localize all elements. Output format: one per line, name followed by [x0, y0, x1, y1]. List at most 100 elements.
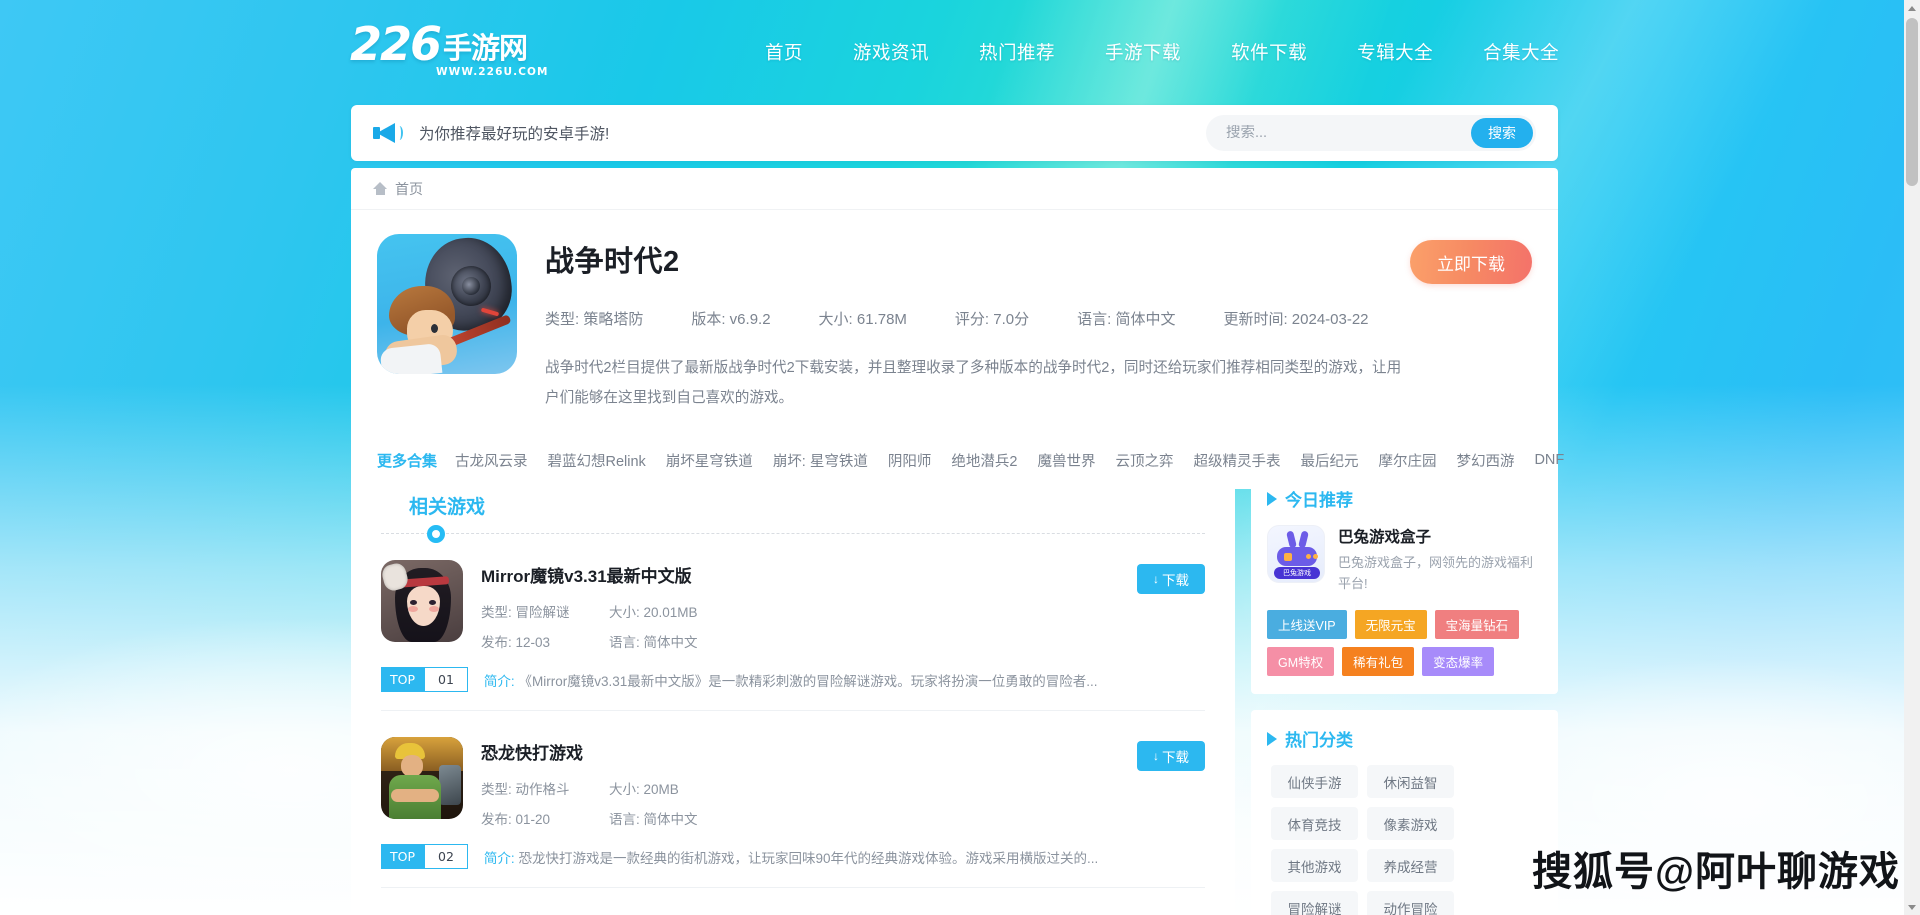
nav-item-hot[interactable]: 热门推荐	[954, 39, 1080, 65]
nav-item-albums[interactable]: 专辑大全	[1332, 39, 1458, 65]
top-label: TOP	[381, 844, 425, 869]
collection-tag[interactable]: DNF	[1534, 452, 1564, 468]
category-item[interactable]: 冒险解谜	[1271, 891, 1358, 915]
game-cover-image	[377, 234, 517, 374]
game-size: 大小: 20MB	[609, 782, 679, 797]
meta-size: 大小: 61.78M	[818, 311, 907, 328]
search-container: 搜索	[1206, 115, 1536, 151]
breadcrumb-home-link[interactable]: 首页	[395, 179, 423, 199]
game-name[interactable]: 恐龙快打游戏	[481, 737, 1205, 764]
collection-tag[interactable]: 超级精灵手表	[1193, 450, 1280, 471]
download-now-button[interactable]: 立即下载	[1410, 240, 1532, 284]
collection-tag[interactable]: 最后纪元	[1300, 450, 1358, 471]
feature-chip[interactable]: 变态爆率	[1422, 647, 1495, 676]
category-item[interactable]: 其他游戏	[1271, 849, 1358, 882]
play-triangle-icon	[1267, 491, 1277, 506]
sidebar: 今日推荐 巴兔游戏 巴兔游戏盒子 巴兔游戏盒子，网领先的游戏福利平台! 上线送V…	[1251, 470, 1558, 915]
rank-number: 01	[424, 667, 468, 692]
download-button[interactable]: ↓ 下载	[1137, 564, 1205, 594]
game-genre: 类型: 冒险解谜	[481, 605, 570, 620]
game-description: 战争时代2栏目提供了最新版战争时代2下载安装，并且整理收录了多种版本的战争时代2…	[545, 360, 1402, 406]
logo-url: WWW.226U.COM	[436, 66, 549, 79]
app-icon: 巴兔游戏	[1267, 525, 1325, 583]
today-recommend-header: 今日推荐	[1267, 486, 1542, 511]
feature-chip[interactable]: 上线送VIP	[1267, 610, 1347, 639]
category-item[interactable]: 动作冒险	[1367, 891, 1454, 915]
category-item[interactable]: 休闲益智	[1367, 765, 1454, 798]
game-name[interactable]: Mirror魔镜v3.31最新中文版	[481, 560, 1205, 587]
related-games-header: 相关游戏	[351, 470, 1235, 543]
app-description: 巴兔游戏盒子，网领先的游戏福利平台!	[1338, 555, 1534, 591]
game-meta-line-1: 类型: 冒险解谜 大小: 20.01MB	[481, 601, 1205, 621]
sidebar-title: 今日推荐	[1285, 491, 1353, 510]
related-games-column: 相关游戏 Mirror魔镜v3.31最新中文版 类型: 冒险解谜 大小: 20.…	[351, 470, 1235, 915]
list-item[interactable]: 恐龙快打游戏 类型: 动作格斗 大小: 20MB 发布: 01-20 语言: 简…	[381, 727, 1205, 888]
collection-tag[interactable]: 崩坏: 星穹铁道	[773, 450, 868, 471]
site-header: 226 手游网 WWW.226U.COM 首页 游戏资讯 热门推荐 手游下载 软…	[0, 0, 1920, 104]
feature-chip[interactable]: 无限元宝	[1354, 610, 1427, 639]
category-item[interactable]: 像素游戏	[1367, 807, 1454, 840]
game-meta-line-2: 发布: 12-03 语言: 简体中文	[481, 631, 1205, 651]
collection-tag[interactable]: 阴阳师	[888, 450, 932, 471]
feature-chip[interactable]: 宝海量钻石	[1434, 610, 1520, 639]
collection-tag[interactable]: 摩尔庄园	[1378, 450, 1436, 471]
meta-language: 语言: 简体中文	[1077, 311, 1176, 328]
recommended-app[interactable]: 巴兔游戏 巴兔游戏盒子 巴兔游戏盒子，网领先的游戏福利平台!	[1267, 525, 1542, 594]
search-button[interactable]: 搜索	[1471, 118, 1533, 148]
collection-tag[interactable]: 云顶之弈	[1115, 450, 1173, 471]
game-info: 战争时代2 类型: 策略塔防 版本: v6.9.2 大小: 61.78M 评分:…	[545, 234, 1532, 413]
game-intro: 简介: 恐龙快打游戏是一款经典的街机游戏，让玩家回味90年代的经典游戏体验。游戏…	[484, 847, 1098, 867]
nav-item-mobile-games[interactable]: 手游下载	[1080, 39, 1206, 65]
meta-genre: 类型: 策略塔防	[545, 311, 644, 328]
category-item[interactable]: 仙侠手游	[1271, 765, 1358, 798]
collection-tag[interactable]: 魔兽世界	[1037, 450, 1095, 471]
intro-label: 简介:	[483, 850, 515, 866]
collection-tag[interactable]: 崩坏星穹铁道	[666, 450, 753, 471]
breadcrumb: 首页	[351, 168, 1558, 210]
nav-item-software[interactable]: 软件下载	[1206, 39, 1332, 65]
logo-number: 226	[350, 16, 442, 71]
megaphone-icon	[371, 119, 405, 147]
category-item[interactable]: 养成经营	[1367, 849, 1454, 882]
rank-badge: TOP 02	[381, 844, 468, 869]
feature-chip[interactable]: GM特权	[1267, 647, 1335, 676]
rank-number: 02	[424, 844, 468, 869]
feature-chip[interactable]: 稀有礼包	[1342, 647, 1415, 676]
download-button-label: 下载	[1162, 750, 1189, 765]
nav-item-collections[interactable]: 合集大全	[1458, 39, 1584, 65]
list-item[interactable]: Mirror魔镜v3.31最新中文版 类型: 冒险解谜 大小: 20.01MB …	[381, 550, 1205, 711]
more-collections-label[interactable]: 更多合集	[377, 450, 437, 471]
game-meta-line-2: 发布: 01-20 语言: 简体中文	[481, 808, 1205, 828]
category-grid: 仙侠手游 休闲益智 体育竞技 像素游戏 其他游戏 养成经营 冒险解谜 动作冒险 …	[1267, 765, 1542, 915]
scroll-down-button[interactable]	[1904, 899, 1920, 915]
game-date: 发布: 01-20	[481, 812, 551, 827]
scrollbar-thumb[interactable]	[1906, 18, 1918, 186]
download-button[interactable]: ↓ 下载	[1137, 741, 1205, 771]
search-input[interactable]	[1206, 125, 1471, 141]
game-date: 发布: 12-03	[481, 635, 551, 650]
section-dot-marker	[427, 525, 445, 543]
game-detail-panel: 首页 战争时代2 类型: 策略塔防 版本: v6.9.2 大小: 61.78M …	[351, 168, 1564, 489]
collection-tag[interactable]: 梦幻西游	[1456, 450, 1514, 471]
hot-categories-box: 热门分类 仙侠手游 休闲益智 体育竞技 像素游戏 其他游戏 养成经营 冒险解谜 …	[1251, 710, 1558, 915]
site-logo[interactable]: 226 手游网 WWW.226U.COM	[350, 16, 549, 84]
nav-item-home[interactable]: 首页	[740, 39, 828, 65]
logo-wordmark: 226 手游网	[350, 16, 536, 71]
home-icon	[373, 182, 388, 195]
page-title: 战争时代2	[545, 246, 680, 278]
scroll-up-button[interactable]	[1904, 0, 1920, 16]
game-language: 语言: 简体中文	[609, 635, 698, 650]
promo-search-bar: 为你推荐最好玩的安卓手游! 搜索	[351, 105, 1558, 161]
nav-item-news[interactable]: 游戏资讯	[828, 39, 954, 65]
promo-text: 为你推荐最好玩的安卓手游!	[419, 126, 610, 143]
collection-tag[interactable]: 碧蓝幻想Relink	[548, 450, 646, 471]
page-scrollbar[interactable]	[1904, 0, 1920, 915]
download-button-label: 下载	[1162, 573, 1189, 588]
category-item[interactable]: 体育竞技	[1271, 807, 1358, 840]
intro-text: 恐龙快打游戏是一款经典的街机游戏，让玩家回味90年代的经典游戏体验。游戏采用横版…	[518, 850, 1099, 866]
collection-tag[interactable]: 绝地潜兵2	[951, 450, 1017, 471]
download-arrow-icon: ↓	[1153, 749, 1159, 763]
collection-tag[interactable]: 古龙风云录	[455, 450, 528, 471]
app-name[interactable]: 巴兔游戏盒子	[1338, 525, 1542, 547]
download-arrow-icon: ↓	[1153, 572, 1159, 586]
